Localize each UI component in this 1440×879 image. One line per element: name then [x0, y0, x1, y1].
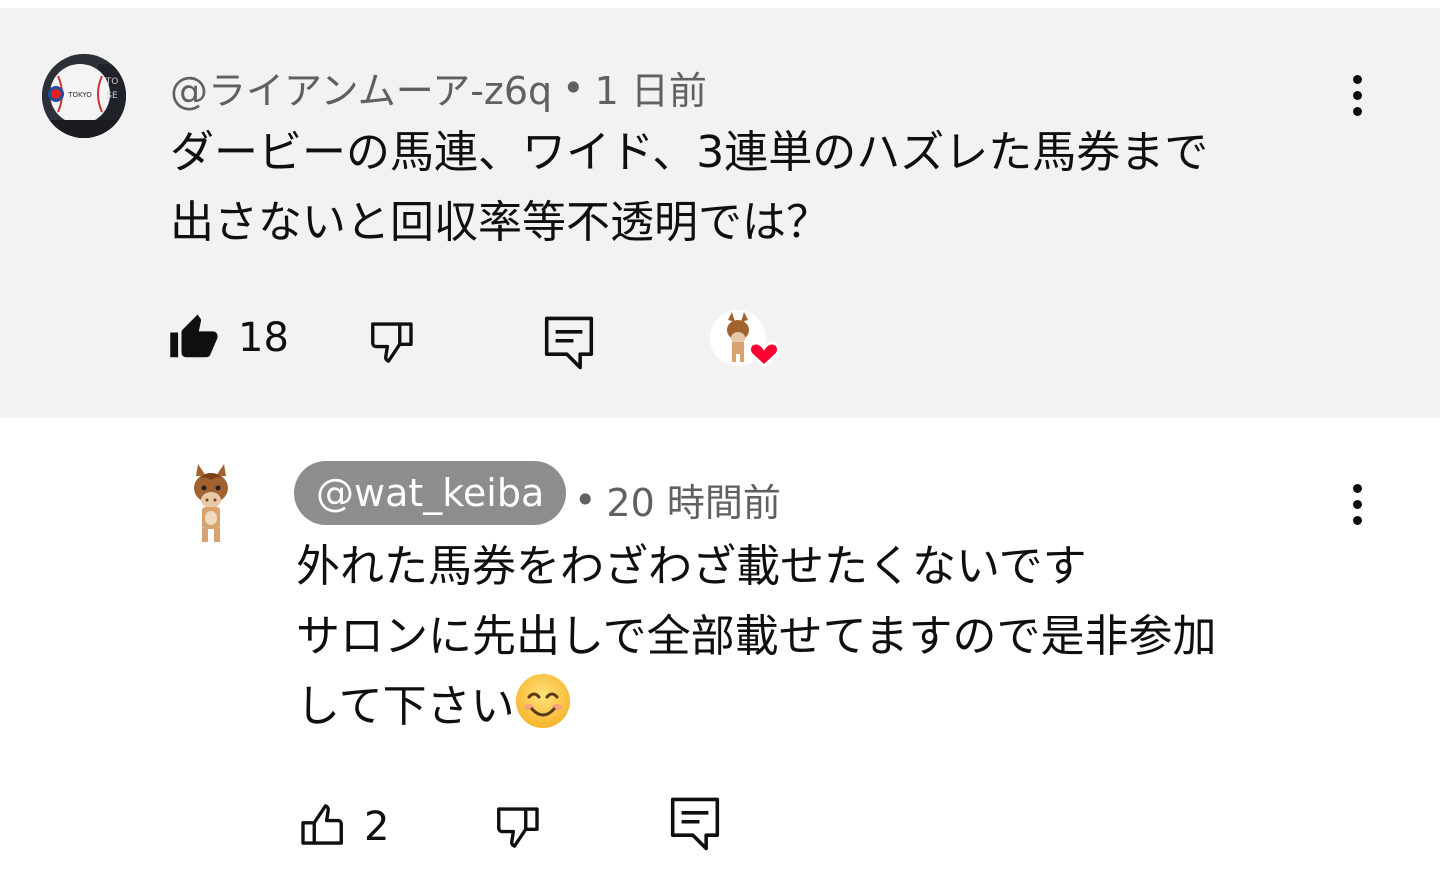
- svg-text:SE: SE: [106, 91, 118, 101]
- top-divider: [0, 0, 1440, 8]
- comment-line: 出さないと回収率等不透明では？: [170, 197, 830, 248]
- thumbs-up-icon: [301, 804, 343, 845]
- comment-reply-icon: [670, 797, 720, 851]
- svg-text:TOKYO: TOKYO: [67, 91, 92, 99]
- thumbs-down-icon: [497, 807, 539, 848]
- comment-meta: @ライアンムーア-z6q • 1 日前: [170, 60, 707, 115]
- separator-dot: •: [562, 65, 585, 110]
- reply-comment: @wat_keiba • 20 時間前 外れた馬券をわざわざ載せたくないです サ…: [0, 418, 1440, 879]
- smiling-face-emoji-icon: [515, 673, 571, 729]
- reply-text: 外れた馬券をわざわざ載せたくないです サロンに先出しで全部載せてますので是非参加…: [296, 532, 1216, 742]
- more-options-icon[interactable]: [1337, 65, 1377, 125]
- timestamp: 1 日前: [594, 69, 707, 113]
- reply-line-text: して下さい: [296, 681, 515, 732]
- like-button[interactable]: [168, 310, 222, 364]
- horse-avatar-icon: [194, 464, 228, 542]
- svg-text:TO: TO: [105, 77, 119, 87]
- like-count: 18: [238, 315, 289, 361]
- separator-dot: •: [574, 477, 597, 522]
- dislike-button[interactable]: [366, 315, 420, 369]
- like-button[interactable]: [294, 798, 348, 852]
- reply-line: 外れた馬券をわざわざ載せたくないです: [296, 541, 1087, 592]
- comment-reply-icon: [544, 316, 594, 370]
- reply-line: して下さい: [296, 672, 1216, 742]
- highlighted-comment: TOKYO TO SE @ライアンムーア-z6q • 1 日前 ダービーの馬連、…: [0, 8, 1440, 418]
- creator-heart-badge: [710, 310, 786, 380]
- like-count: 2: [364, 804, 390, 850]
- avatar[interactable]: [176, 462, 246, 546]
- more-options-icon[interactable]: [1337, 474, 1377, 534]
- reply-button[interactable]: [542, 314, 596, 372]
- reply-line: サロンに先出しで全部載せてますので是非参加: [296, 611, 1217, 662]
- avatar[interactable]: TOKYO TO SE: [42, 54, 126, 138]
- thumbs-down-icon: [371, 322, 413, 363]
- reply-button[interactable]: [668, 795, 722, 853]
- heart-icon: [747, 341, 781, 369]
- creator-handle-badge[interactable]: @wat_keiba: [294, 461, 567, 525]
- comment-text: ダービーの馬連、ワイド、3連単のハズレた馬券まで 出さないと回収率等不透明では？: [170, 118, 1208, 258]
- comment-line: ダービーの馬連、ワイド、3連単のハズレた馬券まで: [170, 127, 1209, 178]
- timestamp: 20 時間前: [606, 481, 781, 525]
- reply-meta: • 20 時間前: [564, 472, 781, 527]
- dislike-button[interactable]: [492, 800, 546, 854]
- thumbs-up-filled-icon: [170, 314, 218, 358]
- author-name[interactable]: @ライアンムーア-z6q: [170, 60, 552, 115]
